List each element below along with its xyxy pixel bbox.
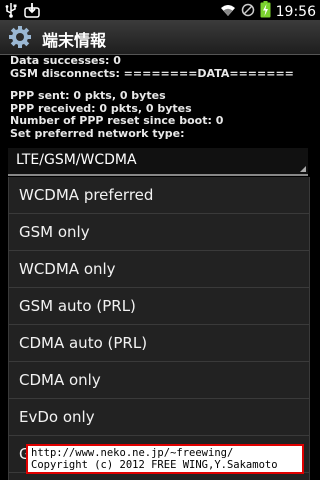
- dropdown-option-gsm-only[interactable]: GSM only: [9, 214, 309, 251]
- dropdown-option-cdma-only[interactable]: CDMA only: [9, 362, 309, 399]
- network-type-spinner[interactable]: LTE/GSM/WCDMA: [8, 148, 308, 176]
- clock: 19:56: [275, 3, 316, 20]
- battery-charging-icon: [260, 1, 271, 22]
- dropdown-option-wcdma-preferred[interactable]: WCDMA preferred: [9, 177, 309, 214]
- status-bar: 19:56: [0, 0, 320, 20]
- page-title: 端末情報: [42, 31, 107, 50]
- watermark-copyright: Copyright (c) 2012 FREE WING,Y.Sakamoto: [31, 459, 278, 471]
- dropdown-option-wcdma-only[interactable]: WCDMA only: [9, 251, 309, 288]
- download-icon: [24, 2, 40, 22]
- dropdown-option-cdma-auto-prl[interactable]: CDMA auto (PRL): [9, 325, 309, 362]
- dropdown-option-gsm-auto-prl[interactable]: GSM auto (PRL): [9, 288, 309, 325]
- data-successes: Data successes: 0: [10, 54, 121, 67]
- usb-icon: [4, 2, 18, 22]
- copyright-watermark: http://www.neko.ne.jp/~freewing/ Copyrig…: [26, 444, 304, 474]
- ppp-sent: PPP sent: 0 pkts, 0 bytes: [10, 89, 166, 102]
- network-type-dropdown: WCDMA preferred GSM only WCDMA only GSM …: [8, 177, 310, 480]
- spinner-corner-arrow-icon: [300, 166, 306, 172]
- no-sim-icon: [241, 2, 255, 21]
- preferred-network-label: Set preferred network type:: [10, 126, 185, 140]
- ppp-reset-count: Number of PPP reset since boot: 0: [10, 114, 224, 127]
- dim-strip: [0, 178, 8, 480]
- settings-gear-icon: [8, 25, 32, 49]
- gsm-disconnects: GSM disconnects: ========DATA=======: [10, 66, 294, 80]
- title-bar: 端末情報: [0, 20, 320, 55]
- watermark-url: http://www.neko.ne.jp/~freewing/: [31, 447, 234, 459]
- wifi-icon: [220, 2, 236, 21]
- radio-info: Data successes: 0 GSM disconnects: =====…: [10, 54, 315, 140]
- spinner-selected-value: LTE/GSM/WCDMA: [16, 152, 137, 168]
- dropdown-option-evdo-only[interactable]: EvDo only: [9, 399, 309, 436]
